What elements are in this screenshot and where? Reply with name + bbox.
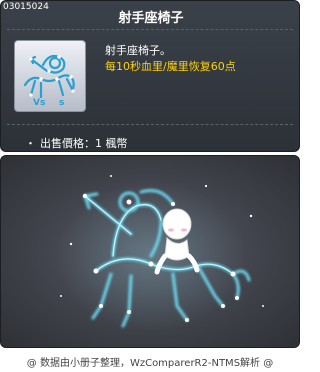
- svg-text:Vs: Vs: [33, 98, 45, 107]
- item-tooltip: 03015024 射手座椅子 Vs s 射手座椅子。 每10秒血里/魔里恢复60点: [0, 0, 300, 152]
- title-divider: [7, 29, 293, 30]
- price-bullet: ・: [25, 137, 36, 150]
- chair-preview: [0, 155, 300, 348]
- sell-price: ・出售價格：1 楓幣: [25, 135, 128, 151]
- footer-credit: @ 数据由小册子整理，WzComparerR2-NTMS解析 @: [26, 358, 274, 369]
- item-description: 射手座椅子。: [105, 44, 171, 57]
- svg-text:s: s: [59, 98, 64, 107]
- item-title: 射手座椅子: [118, 11, 184, 26]
- item-effect: 每10秒血里/魔里恢复60点: [105, 60, 236, 73]
- sagittarius-chair-icon: Vs s: [23, 54, 75, 107]
- price-text: 出售價格：1 楓幣: [40, 137, 128, 150]
- sagittarius-constellation-illustration: [56, 175, 264, 331]
- item-icon-frame: Vs s: [14, 40, 86, 112]
- price-divider: [7, 124, 293, 125]
